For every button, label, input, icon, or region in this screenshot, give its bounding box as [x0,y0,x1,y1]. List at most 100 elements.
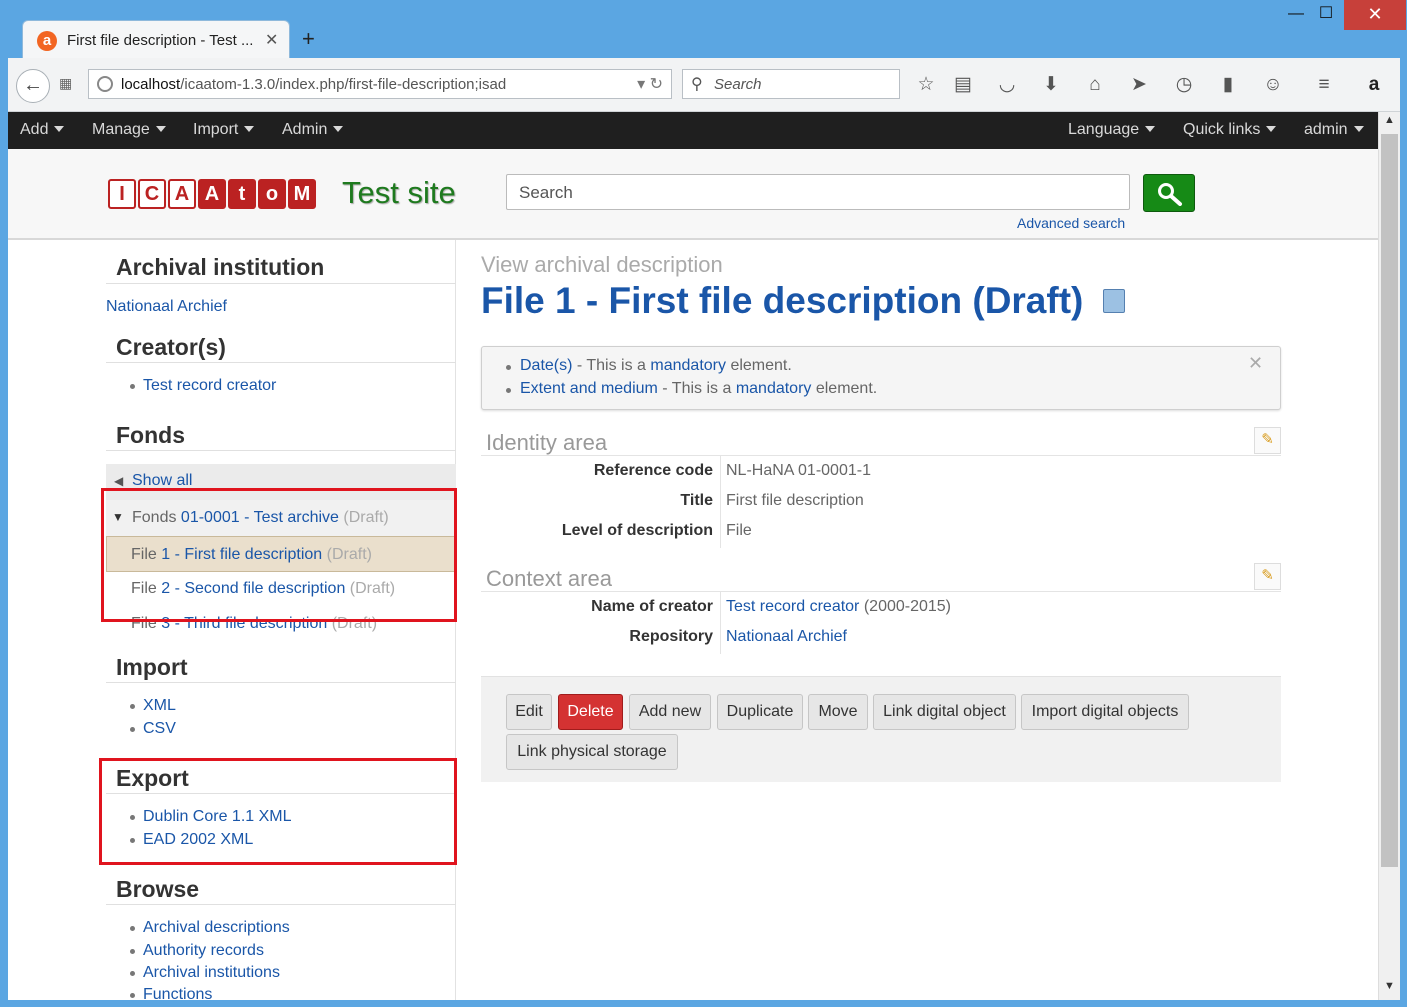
browser-search-input[interactable]: ⚲ Search [682,69,900,99]
advanced-search-link[interactable]: Advanced search [1017,215,1125,231]
site-search-input[interactable]: Search [506,174,1130,210]
alert-field-link[interactable]: Date(s) [520,357,572,374]
nav-quick-links[interactable]: Quick links [1183,121,1277,139]
creator-link[interactable]: Test record creator [143,377,276,395]
nav-user[interactable]: admin [1304,121,1364,139]
divider [106,362,456,363]
move-button[interactable]: Move [808,694,868,730]
amazon-icon[interactable]: a [1361,72,1387,98]
nav-manage[interactable]: Manage [92,121,166,139]
browse-heading: Browse [116,876,200,902]
browse-institutions-link[interactable]: Archival institutions [143,964,280,982]
page-info-icon[interactable]: ▦ [59,75,72,92]
scroll-up-icon[interactable]: ▲ [1379,114,1400,132]
scroll-down-icon[interactable]: ▼ [1379,980,1400,998]
download-icon[interactable]: ⬇ [1038,72,1064,98]
logo-letter: A [198,179,226,209]
context-area-heading[interactable]: Context area [486,566,612,592]
add-new-button[interactable]: Add new [629,694,711,730]
duplicate-button[interactable]: Duplicate [717,694,803,730]
addon-icon[interactable]: ▮ [1215,72,1241,98]
creator-link[interactable]: Test record creator [726,598,859,615]
close-icon[interactable]: ✕ [1248,353,1263,374]
sidebar: Archival institution Nationaal Archief C… [8,240,457,1000]
field-value: Test record creator (2000-2015) [726,598,952,615]
reading-list-icon[interactable]: ▤ [950,72,976,98]
divider [106,450,456,451]
link-digital-object-button[interactable]: Link digital object [873,694,1016,730]
collapse-left-icon: ◀ [114,474,124,488]
field-value: Nationaal Archief [726,628,847,646]
divider [720,456,721,548]
repository-link[interactable]: Nationaal Archief [726,628,847,645]
browse-authority-link[interactable]: Authority records [143,942,264,960]
link-physical-storage-button[interactable]: Link physical storage [506,734,678,770]
new-tab-icon[interactable]: + [302,26,315,52]
page-viewport: Add Manage Import Admin Language Quick l… [8,112,1378,1000]
identity-area-heading[interactable]: Identity area [486,430,607,456]
divider [481,591,1281,592]
browse-descriptions-link[interactable]: Archival descriptions [143,919,290,937]
field-label: Level of description [561,522,713,539]
logo-letter: I [108,179,136,209]
tab-bar: a First file description - Test ... ✕ + … [0,0,1407,58]
import-digital-objects-button[interactable]: Import digital objects [1021,694,1189,730]
logo-letter: M [288,179,316,209]
tab-title: First file description - Test ... [67,32,254,49]
logo-letter: t [228,179,256,209]
nav-language[interactable]: Language [1068,121,1156,139]
edit-button[interactable]: Edit [506,694,552,730]
field-value: File [726,522,752,539]
search-button[interactable] [1143,174,1195,212]
notebook-icon[interactable] [1103,289,1125,313]
top-navigation: Add Manage Import Admin Language Quick l… [8,112,1378,149]
home-icon[interactable]: ⌂ [1082,72,1108,98]
page-title: File 1 - First file description (Draft) [481,280,1084,321]
browse-functions-link[interactable]: Functions [143,986,212,1000]
bullet [130,971,135,976]
search-placeholder: Search [519,183,573,202]
address-bar[interactable]: ▦ localhost/icaatom-1.3.0/index.php/firs… [59,69,672,99]
bullet [130,704,135,709]
nav-add[interactable]: Add [20,121,65,139]
field-label: Repository [629,628,713,645]
field-label: Title [680,492,713,509]
site-name[interactable]: Test site [342,175,456,211]
divider [720,592,721,654]
delete-button[interactable]: Delete [558,694,623,730]
site-header: I C A A t o M Test site Search Advanced … [8,149,1378,240]
send-icon[interactable]: ➤ [1126,72,1152,98]
globe-icon [97,76,113,92]
nav-admin[interactable]: Admin [282,121,344,139]
import-csv-link[interactable]: CSV [143,720,176,738]
institution-heading: Archival institution [116,254,325,280]
url-text: localhost/icaatom-1.3.0/index.php/first-… [121,76,507,93]
divider [106,283,456,284]
chat-icon[interactable]: ☺ [1260,72,1286,98]
tab-close-icon[interactable]: ✕ [265,30,278,50]
close-window-icon[interactable]: ✕ [1344,0,1406,30]
scroll-thumb[interactable] [1381,134,1398,867]
bullet [506,365,511,370]
browser-tab[interactable]: a First file description - Test ... ✕ [22,20,290,58]
menu-icon[interactable]: ≡ [1311,72,1337,98]
alert-field-link[interactable]: Extent and medium [520,380,658,397]
import-heading: Import [116,654,188,680]
magnifier-icon [1158,183,1182,206]
pocket-icon[interactable]: ◡ [994,72,1020,98]
archive-favicon-icon: a [37,31,57,51]
institution-link[interactable]: Nationaal Archief [106,298,227,316]
vertical-scrollbar[interactable]: ▲ ▼ [1378,112,1400,1000]
nav-import[interactable]: Import [193,121,255,139]
import-xml-link[interactable]: XML [143,697,176,715]
history-icon[interactable]: ◷ [1171,72,1197,98]
browser-toolbar: ← ▦ localhost/icaatom-1.3.0/index.php/fi… [8,58,1400,112]
reload-icon[interactable]: ▾ ↻ [637,74,663,94]
bookmark-star-icon[interactable]: ☆ [913,72,939,98]
pencil-icon[interactable]: ✎ [1254,563,1281,590]
back-arrow-icon[interactable]: ← [16,69,50,103]
divider [481,455,1281,456]
site-logo[interactable]: I C A A t o M [108,179,316,211]
pencil-icon[interactable]: ✎ [1254,427,1281,454]
maximize-icon[interactable]: ☐ [1306,0,1346,30]
